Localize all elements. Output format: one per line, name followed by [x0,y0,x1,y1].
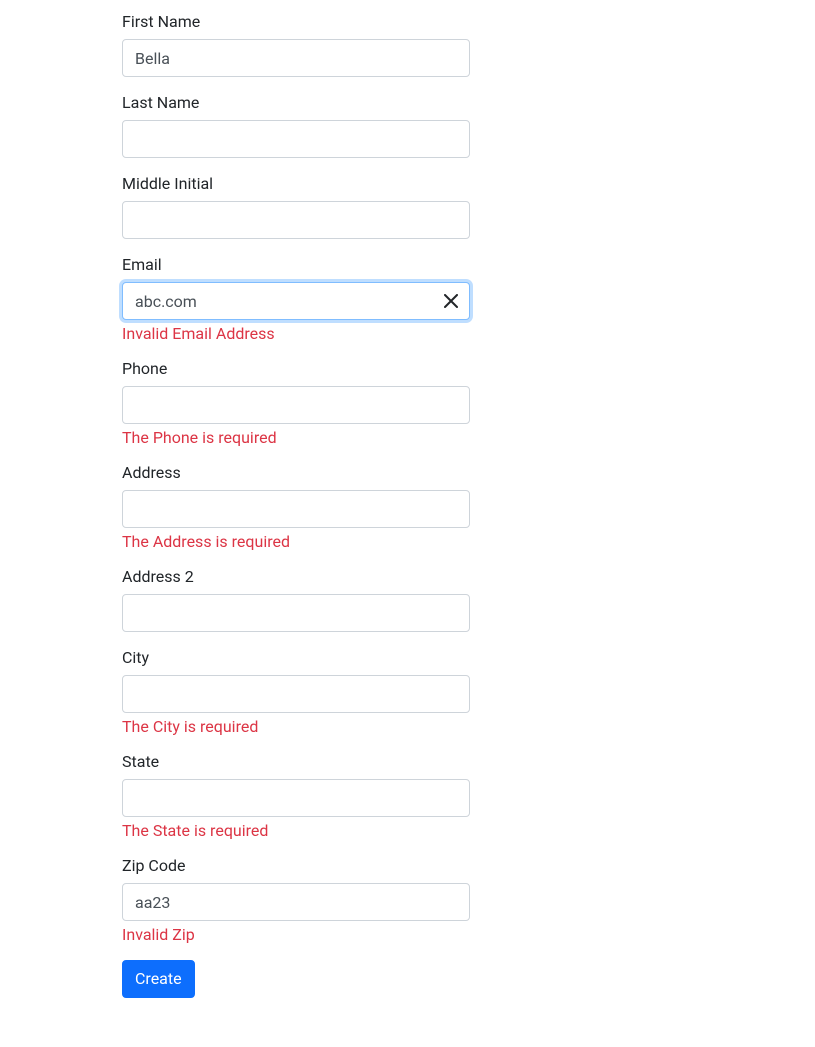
state-error: The State is required [122,821,470,840]
clear-icon[interactable] [442,292,460,310]
zip-code-label: Zip Code [122,856,470,875]
address-input[interactable] [122,490,470,528]
first-name-input[interactable] [122,39,470,77]
middle-initial-group: Middle Initial [122,174,470,239]
x-icon [444,294,458,308]
address2-group: Address 2 [122,567,470,632]
city-input[interactable] [122,675,470,713]
last-name-input[interactable] [122,120,470,158]
phone-input[interactable] [122,386,470,424]
last-name-group: Last Name [122,93,470,158]
zip-code-group: Zip Code Invalid Zip [122,856,470,944]
contact-form: First Name Last Name Middle Initial Emai… [122,12,815,998]
first-name-group: First Name [122,12,470,77]
address-error: The Address is required [122,532,470,551]
zip-code-error: Invalid Zip [122,925,470,944]
create-button[interactable]: Create [122,960,195,998]
email-input-wrapper [122,282,470,320]
state-group: State The State is required [122,752,470,840]
phone-label: Phone [122,359,470,378]
last-name-label: Last Name [122,93,470,112]
state-input[interactable] [122,779,470,817]
zip-code-input[interactable] [122,883,470,921]
city-error: The City is required [122,717,470,736]
middle-initial-label: Middle Initial [122,174,470,193]
city-group: City The City is required [122,648,470,736]
email-error: Invalid Email Address [122,324,470,343]
address-group: Address The Address is required [122,463,470,551]
email-group: Email Invalid Email Address [122,255,470,343]
address-label: Address [122,463,470,482]
phone-group: Phone The Phone is required [122,359,470,447]
address2-input[interactable] [122,594,470,632]
email-input[interactable] [122,282,470,320]
city-label: City [122,648,470,667]
email-label: Email [122,255,470,274]
state-label: State [122,752,470,771]
middle-initial-input[interactable] [122,201,470,239]
phone-error: The Phone is required [122,428,470,447]
address2-label: Address 2 [122,567,470,586]
first-name-label: First Name [122,12,470,31]
